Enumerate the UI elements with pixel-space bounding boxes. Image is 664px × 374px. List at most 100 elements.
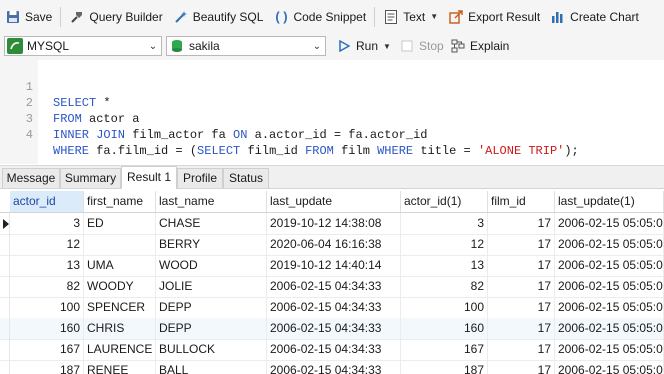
table-row[interactable]: 187 RENEE BALL 2006-02-15 04:34:33 187 17 2006… — [0, 360, 664, 374]
cell-film-id[interactable]: 17 — [488, 234, 555, 255]
run-button[interactable]: Run ▼ — [331, 34, 396, 58]
cell-last-update-1[interactable]: 2006-02-15 05:05:03 — [555, 234, 664, 255]
cell-film-id[interactable]: 17 — [488, 276, 555, 297]
create-chart-button[interactable]: Create Chart — [545, 5, 644, 29]
column-header-actor-id[interactable]: actor_id — [10, 191, 84, 212]
save-label: Save — [25, 9, 53, 24]
row-header[interactable] — [0, 276, 10, 297]
cell-last-update-1[interactable]: 2006-02-15 05:05:03 — [555, 297, 664, 318]
cell-first-name[interactable]: WOODY — [84, 276, 156, 297]
cell-last-name[interactable]: CHASE — [156, 213, 267, 234]
row-header[interactable] — [0, 339, 10, 360]
cell-last-name[interactable]: WOOD — [156, 255, 267, 276]
cell-actor-id[interactable]: 160 — [10, 318, 84, 339]
cell-actor-id[interactable]: 100 — [10, 297, 84, 318]
cell-last-update-1[interactable]: 2006-02-15 05:05:03 — [555, 255, 664, 276]
cell-last-update[interactable]: 2006-02-15 04:34:33 — [267, 318, 401, 339]
cell-first-name[interactable] — [84, 234, 156, 255]
cell-first-name[interactable]: ED — [84, 213, 156, 234]
column-header-first-name[interactable]: first_name — [84, 191, 156, 212]
tab-status[interactable]: Status — [223, 168, 269, 188]
cell-film-id[interactable]: 17 — [488, 255, 555, 276]
cell-first-name[interactable]: CHRIS — [84, 318, 156, 339]
cell-last-name[interactable]: DEPP — [156, 318, 267, 339]
cell-last-name[interactable]: DEPP — [156, 297, 267, 318]
column-header-last-name[interactable]: last_name — [156, 191, 267, 212]
cell-actor-id-1[interactable]: 13 — [401, 255, 488, 276]
cell-last-update[interactable]: 2019-10-12 14:40:14 — [267, 255, 401, 276]
table-row[interactable]: 13 UMA WOOD 2019-10-12 14:40:14 13 17 2006-02-… — [0, 255, 664, 277]
tab-profile[interactable]: Profile — [177, 168, 223, 188]
cell-last-update[interactable]: 2006-02-15 04:34:33 — [267, 360, 401, 374]
cell-last-update[interactable]: 2006-02-15 04:34:33 — [267, 276, 401, 297]
database-select[interactable]: sakila ⌄ — [166, 36, 326, 56]
cell-film-id[interactable]: 17 — [488, 339, 555, 360]
row-header[interactable] — [0, 234, 10, 255]
cell-actor-id-1[interactable]: 100 — [401, 297, 488, 318]
table-row[interactable]: 12 BERRY 2020-06-04 16:16:38 12 17 2006-02-15… — [0, 234, 664, 256]
cell-last-update-1[interactable]: 2006-02-15 05:05:03 — [555, 339, 664, 360]
stop-button[interactable]: Stop — [394, 34, 449, 58]
cell-actor-id[interactable]: 13 — [10, 255, 84, 276]
column-header-film-id[interactable]: film_id — [488, 191, 555, 212]
cell-actor-id-1[interactable]: 187 — [401, 360, 488, 374]
cell-actor-id-1[interactable]: 82 — [401, 276, 488, 297]
table-row[interactable]: 160 CHRIS DEPP 2006-02-15 04:34:33 160 17 2006… — [0, 318, 664, 340]
cell-film-id[interactable]: 17 — [488, 318, 555, 339]
table-row[interactable]: 167 LAURENCE BULLOCK 2006-02-15 04:34:33 167… — [0, 339, 664, 361]
row-header[interactable] — [0, 255, 10, 276]
cell-last-update[interactable]: 2006-02-15 04:34:33 — [267, 339, 401, 360]
cell-first-name[interactable]: LAURENCE — [84, 339, 156, 360]
table-row[interactable]: 3 ED CHASE 2019-10-12 14:38:08 3 17 2006-02-15… — [0, 213, 664, 235]
cell-last-name[interactable]: BALL — [156, 360, 267, 374]
query-builder-button[interactable]: Query Builder — [64, 5, 167, 29]
cell-last-update[interactable]: 2019-10-12 14:38:08 — [267, 213, 401, 234]
row-header[interactable] — [0, 213, 10, 234]
table-row[interactable]: 82 WOODY JOLIE 2006-02-15 04:34:33 82 17 2006-… — [0, 276, 664, 298]
cell-last-name[interactable]: BULLOCK — [156, 339, 267, 360]
cell-actor-id-1[interactable]: 167 — [401, 339, 488, 360]
code-snippet-button[interactable]: ( ) Code Snippet — [268, 5, 371, 29]
column-header-last-update-1[interactable]: last_update(1) — [555, 191, 664, 212]
table-row[interactable]: 100 SPENCER DEPP 2006-02-15 04:34:33 100 17 20… — [0, 297, 664, 319]
cell-actor-id[interactable]: 3 — [10, 213, 84, 234]
cell-last-update[interactable]: 2006-02-15 04:34:33 — [267, 297, 401, 318]
explain-button[interactable]: Explain — [445, 34, 514, 58]
result-grid[interactable]: actor_id first_name last_name last_updat… — [0, 189, 664, 374]
cell-first-name[interactable]: RENEE — [84, 360, 156, 374]
column-header-last-update[interactable]: last_update — [267, 191, 401, 212]
export-result-button[interactable]: Export Result — [443, 5, 545, 29]
tab-summary[interactable]: Summary — [60, 168, 121, 188]
cell-first-name[interactable]: SPENCER — [84, 297, 156, 318]
column-header-actor-id-1[interactable]: actor_id(1) — [401, 191, 488, 212]
cell-film-id[interactable]: 17 — [488, 360, 555, 374]
cell-last-name[interactable]: BERRY — [156, 234, 267, 255]
cell-film-id[interactable]: 17 — [488, 297, 555, 318]
text-mode-dropdown[interactable]: Text ▼ — [378, 5, 443, 29]
cell-actor-id[interactable]: 12 — [10, 234, 84, 255]
cell-actor-id-1[interactable]: 160 — [401, 318, 488, 339]
save-button[interactable]: Save — [0, 5, 57, 29]
cell-last-update-1[interactable]: 2006-02-15 05:05:03 — [555, 276, 664, 297]
cell-actor-id-1[interactable]: 12 — [401, 234, 488, 255]
cell-actor-id[interactable]: 82 — [10, 276, 84, 297]
tab-result-1[interactable]: Result 1 — [121, 166, 177, 189]
cell-last-update-1[interactable]: 2006-02-15 05:05:03 — [555, 318, 664, 339]
cell-last-name[interactable]: JOLIE — [156, 276, 267, 297]
cell-actor-id[interactable]: 187 — [10, 360, 84, 374]
cell-last-update-1[interactable]: 2006-02-15 05:05:03 — [555, 213, 664, 234]
cell-last-update-1[interactable]: 2006-02-15 05:05:03 — [555, 360, 664, 374]
cell-film-id[interactable]: 17 — [488, 213, 555, 234]
tab-message[interactable]: Message — [2, 168, 60, 188]
cell-last-update[interactable]: 2020-06-04 16:16:38 — [267, 234, 401, 255]
stop-label: Stop — [419, 39, 444, 53]
row-header[interactable] — [0, 360, 10, 374]
beautify-sql-button[interactable]: Beautify SQL — [168, 5, 269, 29]
cell-actor-id-1[interactable]: 3 — [401, 213, 488, 234]
connection-select[interactable]: MYSQL ⌄ — [4, 36, 162, 56]
row-header[interactable] — [0, 318, 10, 339]
cell-actor-id[interactable]: 167 — [10, 339, 84, 360]
row-header[interactable] — [0, 297, 10, 318]
sql-editor[interactable]: 1 SELECT * 2 FROM actor a 3 INNER JOIN f… — [0, 60, 664, 164]
cell-first-name[interactable]: UMA — [84, 255, 156, 276]
